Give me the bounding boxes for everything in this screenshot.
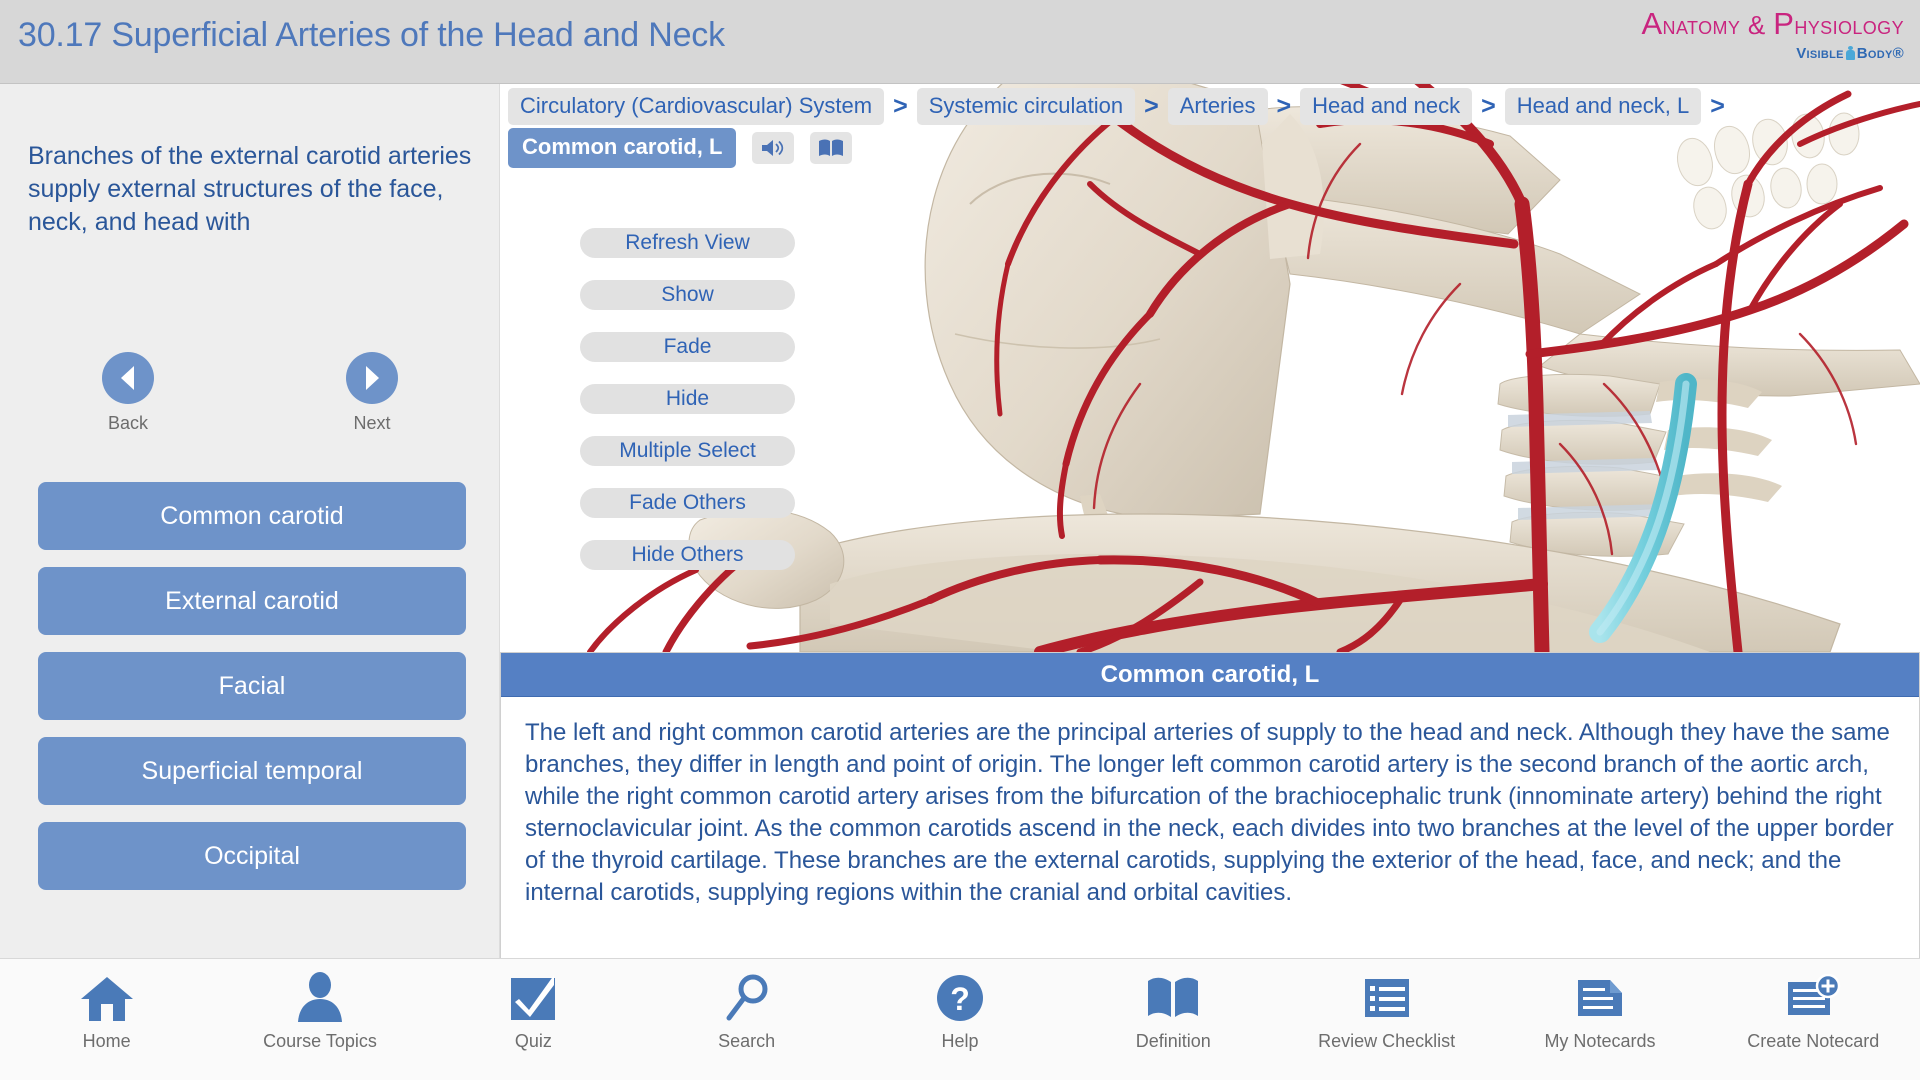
view-tool-label: Show	[661, 283, 714, 306]
breadcrumb-item-system[interactable]: Circulatory (Cardiovascular) System	[508, 88, 885, 125]
nav-help[interactable]: ? Help	[853, 959, 1066, 1052]
nav-label: Help	[941, 1031, 979, 1051]
hide-button[interactable]: Hide	[580, 384, 795, 414]
speaker-icon[interactable]	[752, 132, 795, 164]
fade-others-button[interactable]: Fade Others	[580, 488, 795, 518]
nav-label: Home	[82, 1031, 131, 1051]
view-tool-label: Refresh View	[625, 231, 750, 254]
structure-button-occipital[interactable]: Occipital	[38, 822, 466, 890]
breadcrumb-separator: >	[1276, 92, 1292, 120]
brand-title: Anatomy & Physiology	[1641, 8, 1904, 39]
selected-structure-row: Common carotid, L	[508, 128, 853, 168]
breadcrumb-item-arteries[interactable]: Arteries	[1167, 88, 1268, 125]
view-tool-label: Multiple Select	[619, 439, 756, 462]
breadcrumb-separator: >	[1481, 92, 1496, 120]
selected-structure-chip[interactable]: Common carotid, L	[508, 128, 737, 168]
nav-my-notecards[interactable]: My Notecards	[1493, 959, 1706, 1052]
view-tool-label: Hide	[665, 387, 710, 410]
bottom-navigation-bar: Home Course Topics Quiz Search ? Help De…	[0, 958, 1920, 1080]
page-title: 30.17 Superficial Arteries of the Head a…	[18, 16, 725, 54]
book-icon[interactable]	[810, 132, 853, 164]
fade-button[interactable]: Fade	[580, 332, 795, 362]
nav-label: My Notecards	[1544, 1031, 1656, 1051]
lesson-navigation: Back Next	[0, 352, 500, 434]
structure-label: Superficial temporal	[141, 756, 363, 785]
app-root: 30.17 Superficial Arteries of the Head a…	[0, 0, 1920, 1080]
structure-button-common-carotid[interactable]: Common carotid	[38, 482, 466, 550]
info-panel-description: The left and right common carotid arteri…	[525, 719, 1894, 906]
multiple-select-button[interactable]: Multiple Select	[580, 436, 795, 466]
structure-button-superficial-temporal[interactable]: Superficial temporal	[38, 737, 466, 805]
next-arrow-icon	[346, 352, 398, 404]
nav-quiz[interactable]: Quiz	[427, 959, 640, 1052]
info-panel-title: Common carotid, L	[501, 653, 1919, 697]
structure-button-external-carotid[interactable]: External carotid	[38, 567, 466, 635]
view-tool-label: Fade	[663, 335, 712, 358]
person-icon	[213, 969, 426, 1027]
checkmark-icon	[427, 969, 640, 1027]
nav-label: Quiz	[514, 1031, 552, 1051]
nav-search[interactable]: Search	[640, 959, 853, 1052]
question-mark-icon: ?	[853, 969, 1066, 1027]
breadcrumb-item-head-and-neck-l[interactable]: Head and neck, L	[1504, 88, 1702, 125]
structure-list: Common carotid External carotid Facial S…	[38, 482, 466, 907]
view-tool-label: Hide Others	[631, 543, 744, 566]
breadcrumb-separator: >	[1144, 92, 1159, 120]
structure-label: Occipital	[204, 841, 300, 870]
nav-label: Course Topics	[263, 1031, 377, 1051]
note-icon	[1493, 969, 1706, 1027]
brand-title-b: natomy &	[1662, 10, 1774, 40]
breadcrumb-separator: >	[893, 92, 908, 120]
brand-sub-left: Visible	[1796, 45, 1844, 62]
structure-label: Common carotid	[160, 501, 344, 530]
nav-definition[interactable]: Definition	[1067, 959, 1280, 1052]
structure-label: External carotid	[165, 586, 339, 615]
body-figure-icon	[1845, 46, 1855, 61]
nav-create-notecard[interactable]: Create Notecard	[1707, 959, 1920, 1052]
view-tool-label: Fade Others	[629, 491, 746, 514]
breadcrumb-separator: >	[1710, 92, 1725, 120]
lesson-description: Branches of the external carotid arterie…	[28, 142, 472, 236]
nav-course-topics[interactable]: Course Topics	[213, 959, 426, 1052]
back-label: Back	[107, 413, 149, 433]
view-tools: Refresh View Show Fade Hide Multiple Sel…	[580, 228, 795, 592]
next-button[interactable]: Next	[324, 352, 420, 434]
next-label: Next	[353, 413, 391, 433]
back-button[interactable]: Back	[80, 352, 176, 434]
left-sidebar: Branches of the external carotid arterie…	[0, 84, 500, 958]
nav-home[interactable]: Home	[0, 959, 213, 1052]
brand-subtitle: Visible Body®	[1641, 45, 1904, 62]
nav-label: Create Notecard	[1747, 1031, 1880, 1051]
structure-label: Facial	[218, 671, 286, 700]
hide-others-button[interactable]: Hide Others	[580, 540, 795, 570]
brand-logo: Anatomy & Physiology Visible Body®	[1641, 8, 1904, 62]
refresh-view-button[interactable]: Refresh View	[580, 228, 795, 258]
nav-label: Definition	[1135, 1031, 1211, 1051]
brand-title-c: P	[1773, 6, 1795, 41]
brand-title-d: hysiology	[1794, 10, 1904, 40]
breadcrumb: Circulatory (Cardiovascular) System > Sy…	[508, 88, 1918, 125]
svg-text:?: ?	[950, 981, 970, 1017]
back-arrow-icon	[102, 352, 154, 404]
structure-button-facial[interactable]: Facial	[38, 652, 466, 720]
show-button[interactable]: Show	[580, 280, 795, 310]
nav-label: Search	[718, 1031, 776, 1051]
app-header: 30.17 Superficial Arteries of the Head a…	[0, 0, 1920, 84]
nav-review-checklist[interactable]: Review Checklist	[1280, 959, 1493, 1052]
home-icon	[0, 969, 213, 1027]
info-panel: Common carotid, L The left and right com…	[500, 652, 1920, 958]
nav-label: Review Checklist	[1318, 1031, 1456, 1051]
note-plus-icon	[1707, 969, 1920, 1027]
brand-title-a: A	[1641, 6, 1663, 41]
breadcrumb-item-head-and-neck[interactable]: Head and neck	[1300, 88, 1473, 125]
list-icon	[1280, 969, 1493, 1027]
brand-sub-right: Body®	[1856, 45, 1904, 62]
magnifier-icon	[640, 969, 853, 1027]
open-book-icon	[1067, 969, 1280, 1027]
breadcrumb-item-systemic-circulation[interactable]: Systemic circulation	[916, 88, 1136, 125]
